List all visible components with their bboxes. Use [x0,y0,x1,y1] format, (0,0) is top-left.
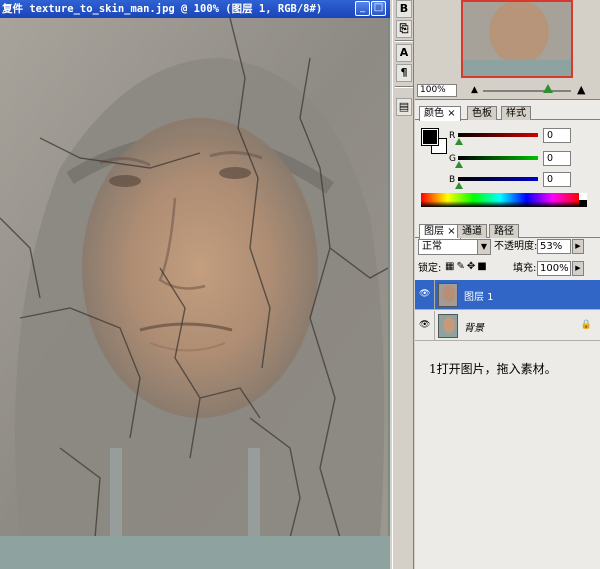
navigator-zoom-bar: 100% ▲ ▲ [415,82,600,98]
channel-r-thumb[interactable] [455,138,463,145]
tab-paths[interactable]: 路径 [489,224,519,238]
panel-dock-strip: B ⎘ A ¶ ▤ [392,0,414,569]
lock-transparent-icon[interactable]: ▦ [445,261,456,272]
channel-b-slider[interactable] [458,177,538,181]
maximize-button[interactable]: □ [371,1,386,16]
opacity-field[interactable]: 53% [537,239,571,254]
fill-arrow-button[interactable]: ▶ [572,261,584,276]
layer-comps-icon[interactable]: ▤ [396,98,412,116]
navigator-panel: 100% ▲ ▲ [415,0,600,100]
foreground-color-swatch[interactable] [421,128,439,146]
tab-layers[interactable]: 图层 × [419,224,461,239]
document-window: 复件 texture_to_skin_man.jpg @ 100% (图层 1,… [0,0,390,569]
zoom-in-icon[interactable]: ▲ [577,83,585,96]
brush-presets-icon[interactable]: B [396,0,412,18]
layer-thumbnail [438,283,458,307]
lock-all-icon[interactable]: ■ [477,261,488,272]
lock-image-icon[interactable]: ✎ [456,261,466,272]
channel-b-field[interactable]: 0 [543,172,571,187]
channel-r-field[interactable]: 0 [543,128,571,143]
channel-r-slider[interactable] [458,133,538,137]
instruction-note: 1打开图片，拖入素材。 [429,362,557,376]
color-panel: 颜色 × 色板 样式 R 0 G 0 B 0 [415,104,600,216]
tab-styles[interactable]: 样式 [501,106,531,120]
blend-mode-value: 正常 [422,241,442,252]
visibility-toggle[interactable]: 👁 [415,280,435,309]
close-icon[interactable]: × [447,226,455,237]
zoom-field[interactable]: 100% [417,84,457,97]
photoshop-workspace: 复件 texture_to_skin_man.jpg @ 100% (图层 1,… [0,0,600,569]
fill-field[interactable]: 100% [537,261,571,276]
zoom-slider-thumb[interactable] [543,84,553,93]
eye-icon: 👁 [419,320,431,330]
zoom-out-icon[interactable]: ▲ [471,85,478,95]
black-white-swatch[interactable] [579,193,587,207]
opacity-arrow-button[interactable]: ▶ [572,239,584,254]
image-canvas[interactable] [0,18,390,569]
strip-divider [395,86,413,88]
panels-column: 100% ▲ ▲ 颜色 × 色板 样式 R 0 G 0 B 0 图层 × 通道 … [415,0,600,569]
character-icon[interactable]: A [396,44,412,62]
tab-channels[interactable]: 通道 [457,224,487,238]
channel-b-thumb[interactable] [455,182,463,189]
layer-thumbnail [438,314,458,338]
color-spectrum-bar[interactable] [421,193,579,207]
channel-g-field[interactable]: 0 [543,151,571,166]
tab-swatches[interactable]: 色板 [467,106,497,120]
navigator-thumbnail[interactable] [461,0,573,78]
layer-row-layer1[interactable]: 👁 图层 1 [415,280,600,310]
chevron-down-icon[interactable]: ▼ [477,240,490,254]
fill-label: 填充: [513,263,537,274]
document-title: 复件 texture_to_skin_man.jpg @ 100% (图层 1,… [0,0,390,18]
tab-color[interactable]: 颜色 × [419,106,461,121]
strip-divider [395,40,413,42]
clone-source-icon[interactable]: ⎘ [396,20,412,38]
eye-icon: 👁 [419,289,431,299]
channel-g-thumb[interactable] [455,161,463,168]
lock-label: 锁定: [418,263,442,274]
lock-icon: 🔒 [580,320,592,330]
lock-options: ▦✎✥■ [445,261,489,272]
opacity-label: 不透明度: [494,241,538,252]
layers-panel-tabs: 图层 × 通道 路径 [415,222,600,239]
layer-row-background[interactable]: 👁 背景 🔒 [415,311,600,341]
layer-name: 图层 1 [464,292,494,303]
layers-panel: 图层 × 通道 路径 正常 ▼ 不透明度: 53% ▶ 锁定: ▦✎✥■ 填充:… [415,222,600,569]
color-panel-tabs: 颜色 × 色板 样式 [415,104,600,121]
close-icon[interactable]: × [447,108,455,119]
paragraph-icon[interactable]: ¶ [396,64,412,82]
channel-g-slider[interactable] [458,156,538,160]
layer-name: 背景 [464,323,484,334]
minimize-button[interactable]: _ [355,1,370,16]
zoom-slider-track[interactable] [483,90,571,92]
visibility-toggle[interactable]: 👁 [415,311,435,340]
lock-position-icon[interactable]: ✥ [467,261,477,272]
composite-photo [0,18,390,569]
blend-mode-select[interactable]: 正常 ▼ [418,239,491,255]
